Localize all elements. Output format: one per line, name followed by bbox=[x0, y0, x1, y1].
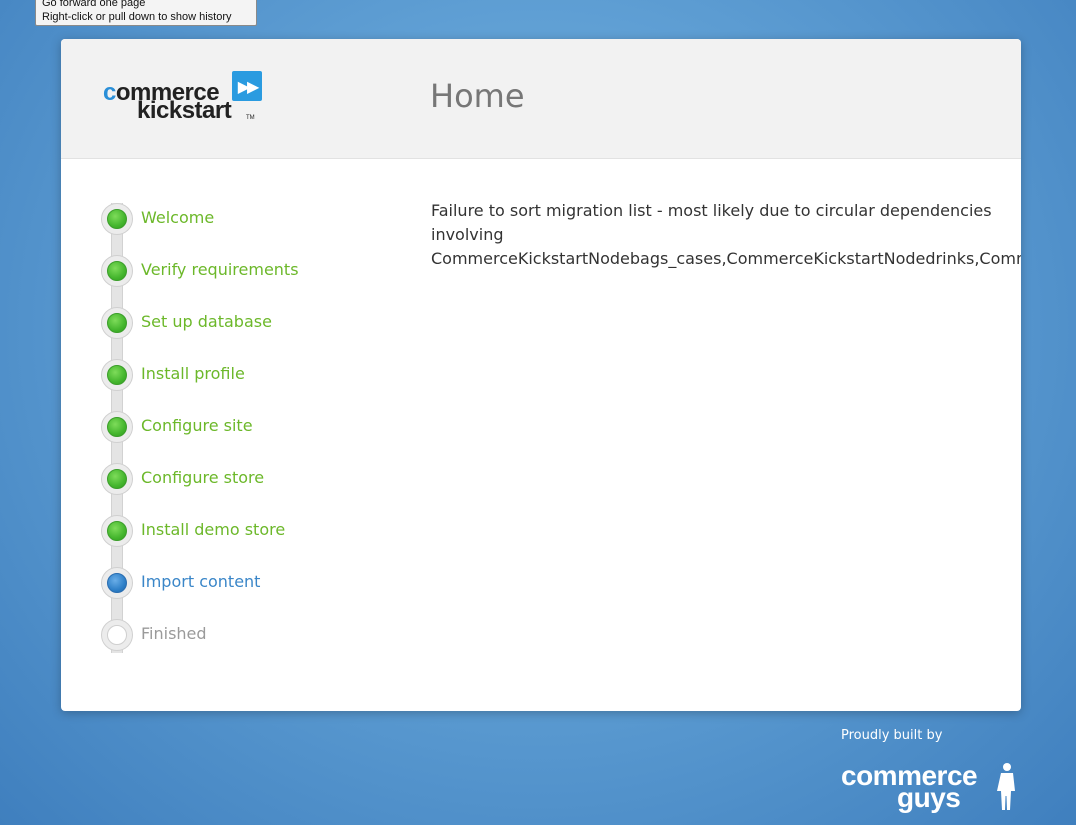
install-step: Install demo store bbox=[101, 515, 401, 547]
proudly-built-by: Proudly built by bbox=[841, 728, 943, 743]
logo-text-kickstart: kickstart bbox=[137, 97, 232, 124]
step-label: Import content bbox=[141, 572, 261, 591]
install-step: Verify requirements bbox=[101, 255, 401, 287]
error-message-line-1: Failure to sort migration list - most li… bbox=[431, 201, 992, 220]
step-done-indicator-icon bbox=[107, 417, 127, 437]
install-step: Configure store bbox=[101, 463, 401, 495]
install-steps: Welcome Verify requirements Set up databas… bbox=[101, 203, 401, 653]
cg-logo-line2: guys bbox=[897, 782, 961, 813]
tooltip-line-1: Go forward one page bbox=[42, 0, 146, 9]
tooltip-line-2: Right-click or pull down to show history bbox=[42, 11, 232, 23]
error-message-line-3: CommerceKickstartNodebags_cases,Commerce… bbox=[431, 249, 1021, 268]
step-done-indicator-icon bbox=[107, 209, 127, 229]
step-label: Install profile bbox=[141, 364, 245, 383]
step-label: Install demo store bbox=[141, 520, 286, 539]
step-label: Set up database bbox=[141, 312, 272, 331]
logo-tm: TM bbox=[246, 115, 255, 121]
install-step: Welcome bbox=[101, 203, 401, 235]
step-label: Finished bbox=[141, 624, 207, 643]
install-panel: commerce kickstart TM ▶▶ Home Welcome Ver… bbox=[61, 39, 1021, 711]
panel-header: commerce kickstart TM ▶▶ Home bbox=[61, 39, 1021, 159]
commerce-kickstart-logo: commerce kickstart TM ▶▶ bbox=[103, 71, 263, 124]
browser-tooltip: Go forward one page Right-click or pull … bbox=[35, 0, 257, 26]
install-step: Configure site bbox=[101, 411, 401, 443]
error-message: Failure to sort migration list - most li… bbox=[431, 199, 1021, 271]
step-done-indicator-icon bbox=[107, 313, 127, 333]
page-title: Home bbox=[430, 77, 525, 115]
step-label: Configure site bbox=[141, 416, 253, 435]
logo-text-c: c bbox=[103, 79, 116, 106]
step-pending-indicator-icon bbox=[107, 625, 127, 645]
install-step: Install profile bbox=[101, 359, 401, 391]
commerce-guys-logo[interactable]: commerce guys bbox=[841, 760, 1021, 814]
install-step: Set up database bbox=[101, 307, 401, 339]
step-label: Configure store bbox=[141, 468, 265, 487]
error-message-line-2: involving bbox=[431, 225, 504, 244]
step-done-indicator-icon bbox=[107, 469, 127, 489]
step-active-indicator-icon bbox=[107, 573, 127, 593]
step-label: Welcome bbox=[141, 208, 215, 227]
fast-forward-icon: ▶▶ bbox=[232, 71, 262, 101]
step-done-indicator-icon bbox=[107, 261, 127, 281]
step-done-indicator-icon bbox=[107, 521, 127, 541]
step-done-indicator-icon bbox=[107, 365, 127, 385]
person-figure-icon bbox=[997, 763, 1015, 810]
install-step: Finished bbox=[101, 619, 401, 651]
install-step: Import content bbox=[101, 567, 401, 599]
step-label: Verify requirements bbox=[141, 260, 299, 279]
